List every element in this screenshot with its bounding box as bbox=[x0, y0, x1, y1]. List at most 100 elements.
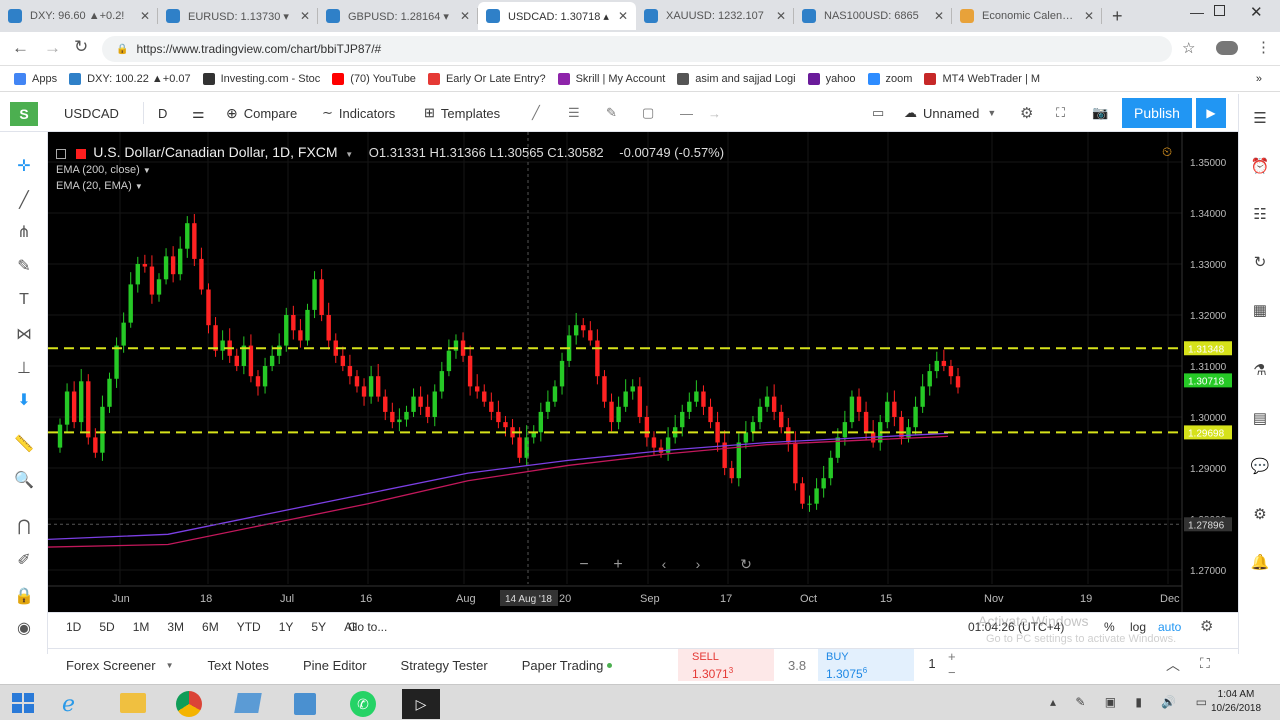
price-chart[interactable]: 1.35000 1.34000 1.33000 1.32000 1.31000 1.300… bbox=[48, 132, 1238, 612]
taskbar-clock[interactable]: 1:04 AM 10/26/2018 bbox=[1208, 688, 1264, 716]
brush-tool-icon[interactable]: ✎ bbox=[606, 102, 617, 124]
range-button-6m[interactable]: 6M bbox=[202, 620, 219, 634]
browser-tab[interactable]: DXY: 96.60 ▲+0.2! ✕ bbox=[0, 2, 158, 30]
bookmark-item[interactable]: yahoo bbox=[807, 72, 856, 85]
tab-close-icon[interactable]: ✕ bbox=[460, 9, 470, 23]
buy-button[interactable]: BUY 1.30756 bbox=[818, 649, 914, 681]
media-app-icon[interactable]: ▷ bbox=[402, 689, 440, 719]
internet-explorer-icon[interactable]: ℯ bbox=[62, 691, 75, 717]
windows-start-icon[interactable] bbox=[12, 693, 34, 713]
browser-tab[interactable]: USDCAD: 1.30718 ▴ ✕ bbox=[478, 2, 636, 30]
zoom-in-button[interactable]: + bbox=[606, 556, 630, 576]
alert-clock-icon[interactable]: ⏲ bbox=[1162, 144, 1172, 160]
eye-icon[interactable]: ◉ bbox=[12, 616, 36, 640]
file-explorer-icon[interactable] bbox=[120, 693, 146, 713]
minimize-icon[interactable]: — bbox=[1190, 4, 1204, 20]
indicators-button[interactable]: ∼ Indicators bbox=[322, 102, 395, 124]
restore-icon[interactable] bbox=[1214, 5, 1225, 16]
brush-icon[interactable]: ✎ bbox=[12, 254, 36, 278]
calendar-icon[interactable]: ▦ bbox=[1248, 298, 1272, 322]
chart-settings-gear-icon[interactable]: ⚙ bbox=[1200, 617, 1213, 635]
forward-icon[interactable]: → bbox=[44, 38, 61, 58]
browser-tab[interactable]: NAS100USD: 6865 ✕ bbox=[794, 2, 952, 30]
chat-icon[interactable]: 💬 bbox=[1248, 454, 1272, 478]
bookmark-item[interactable]: Skrill | My Account bbox=[557, 72, 665, 85]
range-button-1d[interactable]: 1D bbox=[66, 620, 81, 634]
templates-button[interactable]: ⊞ Templates bbox=[424, 102, 500, 124]
layout-name-button[interactable]: ☁ Unnamed ▼ bbox=[904, 102, 996, 124]
prediction-icon[interactable]: ⊥ bbox=[12, 356, 36, 380]
menu-icon[interactable]: ⋮ bbox=[1256, 38, 1271, 56]
panel-tab[interactable]: Strategy Tester bbox=[383, 649, 504, 681]
fullscreen-icon[interactable]: ⛶ bbox=[1056, 102, 1065, 124]
ideas-icon[interactable]: ⚗ bbox=[1248, 358, 1272, 382]
trend-line-tool-icon[interactable]: ╱ bbox=[532, 102, 540, 124]
order-panel-icon[interactable]: ⚙ bbox=[1248, 502, 1272, 526]
panel-tab[interactable]: Text Notes bbox=[190, 649, 285, 681]
browser-tab[interactable]: EURUSD: 1.13730 ▾ ✕ bbox=[158, 2, 318, 30]
sell-button[interactable]: SELL 1.30713 bbox=[678, 649, 774, 681]
bookmark-star-icon[interactable]: ☆ bbox=[1182, 39, 1195, 57]
percent-toggle[interactable]: % bbox=[1104, 620, 1115, 634]
lock-tool-icon[interactable]: 🔒 bbox=[12, 584, 36, 608]
pencil-lock-icon[interactable]: ✐ bbox=[12, 548, 36, 572]
range-button-5d[interactable]: 5D bbox=[99, 620, 114, 634]
tab-close-icon[interactable]: ✕ bbox=[934, 9, 944, 23]
interval-button[interactable]: D bbox=[158, 102, 167, 124]
reload-icon[interactable]: ↻ bbox=[74, 37, 88, 57]
pattern-icon[interactable]: ⋈ bbox=[12, 322, 36, 346]
goto-button[interactable]: Go to... bbox=[348, 620, 387, 634]
magnet-icon[interactable]: ⋂ bbox=[12, 514, 36, 538]
crosshair-icon[interactable]: ✛ bbox=[12, 154, 36, 178]
ruler-icon[interactable]: 📏 bbox=[12, 432, 36, 456]
alerts-clock-icon[interactable]: ⏰ bbox=[1248, 154, 1272, 178]
settings-gear-icon[interactable]: ⚙ bbox=[1020, 102, 1033, 124]
maximize-panel-icon[interactable]: ⛶ bbox=[1200, 655, 1210, 672]
bookmark-item[interactable]: MT4 WebTrader | M bbox=[924, 72, 1040, 85]
chart-canvas[interactable]: 1.35000 1.34000 1.33000 1.32000 1.31000 1.300… bbox=[48, 132, 1238, 612]
app-icon[interactable] bbox=[234, 693, 262, 713]
text-tool-icon[interactable]: T bbox=[12, 288, 36, 312]
range-button-1m[interactable]: 1M bbox=[133, 620, 150, 634]
hline-tool-icon[interactable]: — bbox=[680, 102, 693, 124]
bookmark-item[interactable]: asim and sajjad Logi bbox=[677, 72, 796, 85]
arrow-tool-icon[interactable]: → bbox=[708, 102, 721, 124]
log-toggle[interactable]: log bbox=[1130, 620, 1146, 634]
data-window-icon[interactable]: ☷ bbox=[1248, 202, 1272, 226]
hotlist-icon[interactable]: ↻ bbox=[1248, 250, 1272, 274]
chart-style-icon[interactable]: ⚌ bbox=[192, 102, 205, 124]
auto-toggle[interactable]: auto bbox=[1158, 620, 1181, 634]
rectangle-tool-icon[interactable]: ▢ bbox=[642, 102, 654, 124]
scroll-right-button[interactable]: › bbox=[686, 556, 710, 576]
close-window-icon[interactable]: ✕ bbox=[1250, 3, 1263, 21]
range-button-1y[interactable]: 1Y bbox=[279, 620, 294, 634]
browser-tab[interactable]: GBPUSD: 1.28164 ▾ ✕ bbox=[318, 2, 478, 30]
trend-line-icon[interactable]: ╱ bbox=[12, 188, 36, 212]
compare-button[interactable]: ⊕ Compare bbox=[226, 102, 297, 124]
browser-tab[interactable]: Economic Calendar ✕ bbox=[952, 2, 1102, 30]
panel-tab[interactable]: Pine Editor bbox=[285, 649, 383, 681]
zoom-out-button[interactable]: − bbox=[572, 556, 596, 576]
tab-close-icon[interactable]: ✕ bbox=[776, 9, 786, 23]
scroll-left-button[interactable]: ‹ bbox=[652, 556, 676, 576]
bookmark-item[interactable]: (70) YouTube bbox=[332, 72, 416, 85]
symbol-search[interactable]: USDCAD bbox=[58, 102, 144, 124]
tab-close-icon[interactable]: ✕ bbox=[300, 9, 310, 23]
bookmark-item[interactable]: zoom bbox=[867, 72, 912, 85]
ema20-legend[interactable]: EMA (20, EMA) ▼ bbox=[56, 180, 724, 192]
quantity-input[interactable]: 1 bbox=[920, 656, 944, 671]
fib-tool-icon[interactable]: ☰ bbox=[568, 102, 580, 124]
panel-tab[interactable]: Paper Trading bbox=[504, 649, 629, 681]
layout-icon[interactable]: ▭ bbox=[872, 102, 884, 124]
bookmark-item[interactable]: DXY: 100.22 ▲+0.07 bbox=[69, 72, 191, 85]
range-button-5y[interactable]: 5Y bbox=[311, 620, 326, 634]
chrome-icon[interactable] bbox=[176, 691, 202, 717]
bookmark-item[interactable]: Investing.com - Stoc bbox=[202, 72, 320, 85]
tab-close-icon[interactable]: ✕ bbox=[618, 9, 628, 23]
ema200-legend[interactable]: EMA (200, close) ▼ bbox=[56, 164, 724, 176]
news-icon[interactable]: ▤ bbox=[1248, 406, 1272, 430]
notepad-icon[interactable] bbox=[294, 693, 316, 715]
range-button-ytd[interactable]: YTD bbox=[237, 620, 261, 634]
back-icon[interactable]: ← bbox=[12, 38, 29, 58]
reset-chart-button[interactable]: ↻ bbox=[734, 556, 758, 576]
